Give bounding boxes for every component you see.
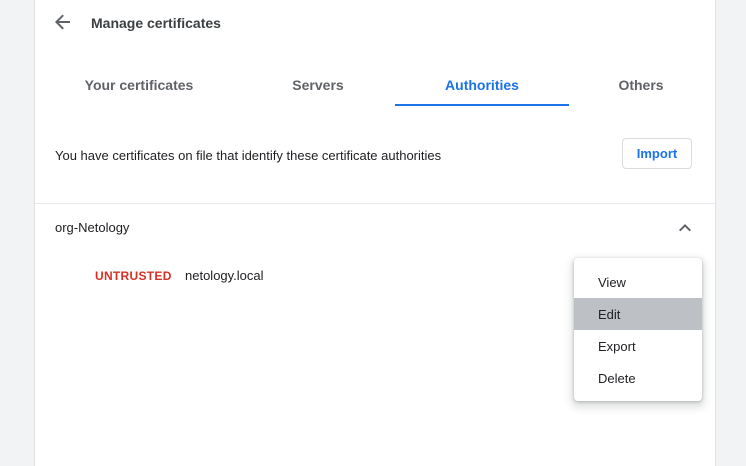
divider [35,203,715,204]
menu-item-edit[interactable]: Edit [574,298,702,330]
tab-others[interactable]: Others [554,64,728,106]
menu-item-view[interactable]: View [574,266,702,298]
status-badge: UNTRUSTED [95,269,172,283]
certificate-name: netology.local [185,268,264,283]
back-button[interactable] [51,10,75,34]
tab-your-certificates[interactable]: Your certificates [52,64,226,106]
menu-item-export[interactable]: Export [574,330,702,362]
import-button[interactable]: Import [622,138,692,169]
arrow-back-icon [55,14,70,30]
info-row: You have certificates on file that ident… [35,138,715,172]
tab-authorities[interactable]: Authorities [395,64,569,106]
tab-servers[interactable]: Servers [231,64,405,106]
chevron-up-icon [679,224,691,232]
info-text: You have certificates on file that ident… [55,148,442,163]
page-title: Manage certificates [91,15,221,31]
org-row[interactable]: org-Netology [35,210,715,246]
context-menu: View Edit Export Delete [574,258,702,401]
org-name: org-Netology [55,220,130,235]
menu-item-delete[interactable]: Delete [574,362,702,394]
page-header: Manage certificates [35,0,715,46]
active-tab-indicator [395,104,569,106]
collapse-button[interactable] [673,216,697,240]
certificate-tabs: Your certificates Servers Authorities Ot… [35,64,715,108]
